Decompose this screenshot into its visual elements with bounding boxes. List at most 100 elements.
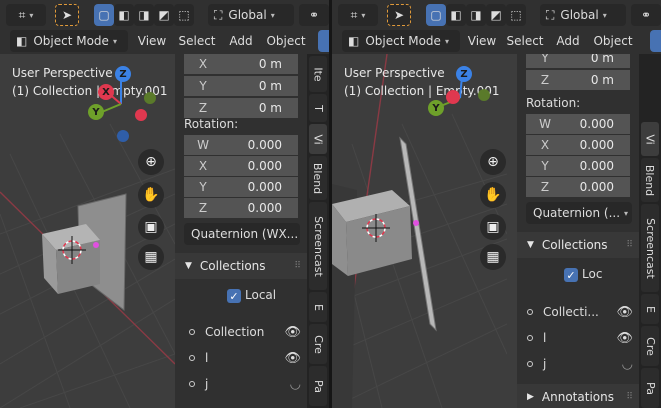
link-icon: ⚭ xyxy=(308,8,320,22)
select-mode-new-button[interactable]: ▢ xyxy=(426,4,446,26)
collection-row[interactable]: l 👁 xyxy=(527,326,633,350)
transform-orientation-dropdown[interactable]: ⛶ Global ▾ xyxy=(540,4,626,26)
rotation-z-field[interactable]: Z 0.000 xyxy=(184,198,298,218)
select-mode-invert-button[interactable]: ◩ xyxy=(154,4,174,26)
location-y-field[interactable]: Y 0 m xyxy=(526,54,630,68)
gizmo-y-ball[interactable]: Y xyxy=(428,100,444,116)
gizmo-neg-y-ball[interactable] xyxy=(144,92,156,104)
rotation-w-field[interactable]: W 0.000 xyxy=(184,135,298,155)
eye-closed-icon[interactable]: ◡ xyxy=(290,377,301,392)
select-mode-subtract-button[interactable]: ◨ xyxy=(134,4,154,26)
collection-row[interactable]: l 👁 xyxy=(189,346,301,370)
local-checkbox[interactable]: ✓ xyxy=(227,289,241,303)
rotation-x-field[interactable]: X 0.000 xyxy=(526,135,630,155)
tab-pa[interactable]: Pa xyxy=(641,368,659,408)
location-z-field[interactable]: Z 0 m xyxy=(526,70,630,90)
tab-view[interactable]: Vi xyxy=(641,122,659,156)
snapping-button[interactable]: ⚭ xyxy=(299,4,329,26)
drag-handle-icon[interactable]: ⠿ xyxy=(626,240,633,250)
select-tool-button[interactable]: ➤ xyxy=(387,4,411,26)
drag-handle-icon[interactable]: ⠿ xyxy=(294,261,301,271)
pan-button[interactable]: ✋ xyxy=(480,182,506,208)
eye-icon[interactable]: 👁 xyxy=(616,331,633,346)
select-tool-button[interactable]: ➤ xyxy=(55,4,79,26)
select-mode-subtract-button[interactable]: ◨ xyxy=(466,4,486,26)
mode-dropdown[interactable]: ◧ Object Mode ▾ xyxy=(342,30,460,52)
menu-view[interactable]: View xyxy=(464,30,500,52)
eye-icon[interactable]: 👁 xyxy=(284,351,301,366)
tab-blend[interactable]: Blend xyxy=(641,158,659,202)
3d-viewport[interactable]: User Perspective (1) Collection | Empty.… xyxy=(332,54,507,408)
menu-add[interactable]: Add xyxy=(551,30,585,52)
gizmo-x-ball[interactable]: X xyxy=(98,84,114,100)
gizmo-z-ball[interactable]: Z xyxy=(456,66,472,82)
rotation-y-field[interactable]: Y 0.000 xyxy=(184,177,298,197)
tab-screencast[interactable]: Screencast xyxy=(641,204,659,292)
select-mode-extend-button[interactable]: ◧ xyxy=(446,4,466,26)
menu-add[interactable]: Add xyxy=(224,30,258,52)
menu-object[interactable]: Object xyxy=(589,30,637,52)
annotations-section-header[interactable]: ▶ Annotations ⠿ xyxy=(517,384,639,408)
rotation-x-field[interactable]: X 0.000 xyxy=(184,156,298,176)
tab-tool[interactable]: T xyxy=(309,94,327,122)
rotation-mode-dropdown[interactable]: Quaternion (... ▾ xyxy=(526,202,632,224)
gizmo-toggle-button[interactable] xyxy=(650,30,661,52)
select-mode-intersect-button[interactable]: ⬚ xyxy=(506,4,526,26)
location-z-field[interactable]: Z 0 m xyxy=(184,98,298,118)
menu-view[interactable]: View xyxy=(134,30,170,52)
tab-edit[interactable]: E xyxy=(309,292,327,322)
gizmo-y-ball[interactable]: Y xyxy=(88,104,104,120)
location-y-field[interactable]: Y 0 m xyxy=(184,76,298,96)
eye-icon[interactable]: 👁 xyxy=(616,305,633,320)
tab-create[interactable]: Cre xyxy=(309,324,327,364)
mode-dropdown[interactable]: ◧ Object Mode ▾ xyxy=(10,30,128,52)
rotation-y-field[interactable]: Y 0.000 xyxy=(526,156,630,176)
select-mode-new-button[interactable]: ▢ xyxy=(94,4,114,26)
eye-icon[interactable]: 👁 xyxy=(284,325,301,340)
tab-view[interactable]: Vi xyxy=(309,124,327,154)
tab-blend[interactable]: Blend xyxy=(309,156,327,200)
gizmo-z-ball[interactable]: Z xyxy=(115,66,131,82)
collections-section-header[interactable]: ▼ Collections ⠿ xyxy=(517,232,639,258)
location-x-field[interactable]: X 0 m xyxy=(184,54,298,74)
collections-section-header[interactable]: ▼ Collections ⠿ xyxy=(175,253,307,279)
tab-item[interactable]: Ite xyxy=(309,56,327,92)
local-checkbox[interactable]: ✓ xyxy=(564,268,578,282)
rotation-w-field[interactable]: W 0.000 xyxy=(526,114,630,134)
zoom-button[interactable]: ⊕ xyxy=(138,149,164,175)
camera-view-button[interactable]: ▣ xyxy=(138,214,164,240)
zoom-button[interactable]: ⊕ xyxy=(480,149,506,175)
gizmo-toggle-button[interactable] xyxy=(318,30,329,52)
gizmo-neg-z-ball[interactable] xyxy=(117,130,129,142)
tab-pa[interactable]: Pa xyxy=(309,366,327,406)
select-mode-intersect-button[interactable]: ⬚ xyxy=(174,4,194,26)
drag-handle-icon[interactable]: ⠿ xyxy=(626,392,633,402)
menu-object[interactable]: Object xyxy=(262,30,310,52)
gizmo-neg-x-ball[interactable] xyxy=(135,109,147,121)
collection-row[interactable]: Collecti... 👁 xyxy=(527,300,633,324)
menu-select[interactable]: Select xyxy=(175,30,219,52)
gizmo-neg-y-ball[interactable] xyxy=(478,89,490,101)
menu-select[interactable]: Select xyxy=(503,30,547,52)
select-mode-extend-button[interactable]: ◧ xyxy=(114,4,134,26)
collection-row[interactable]: Collection 👁 xyxy=(189,320,301,344)
pan-button[interactable]: ✋ xyxy=(138,182,164,208)
select-mode-invert-button[interactable]: ◩ xyxy=(486,4,506,26)
editor-type-button[interactable]: ⌗ ▾ xyxy=(6,4,46,26)
gizmo-x-ball[interactable] xyxy=(446,90,460,104)
tab-edit[interactable]: E xyxy=(641,294,659,324)
3d-viewport[interactable]: User Perspective (1) Collection | Empty.… xyxy=(0,54,175,408)
eye-closed-icon[interactable]: ◡ xyxy=(622,357,633,372)
rotation-z-field[interactable]: Z 0.000 xyxy=(526,177,630,197)
tab-create[interactable]: Cre xyxy=(641,326,659,366)
rotation-mode-dropdown[interactable]: Quaternion (WX... ▾ xyxy=(184,223,300,245)
camera-view-button[interactable]: ▣ xyxy=(480,214,506,240)
transform-orientation-dropdown[interactable]: ⛶ Global ▾ xyxy=(208,4,294,26)
editor-type-button[interactable]: ⌗ ▾ xyxy=(338,4,378,26)
perspective-toggle-button[interactable]: ▦ xyxy=(480,244,506,270)
collection-row[interactable]: j ◡ xyxy=(527,352,633,376)
perspective-toggle-button[interactable]: ▦ xyxy=(138,244,164,270)
tab-screencast[interactable]: Screencast xyxy=(309,202,327,290)
collection-row[interactable]: j ◡ xyxy=(189,372,301,396)
snapping-button[interactable]: ⚭ xyxy=(631,4,661,26)
